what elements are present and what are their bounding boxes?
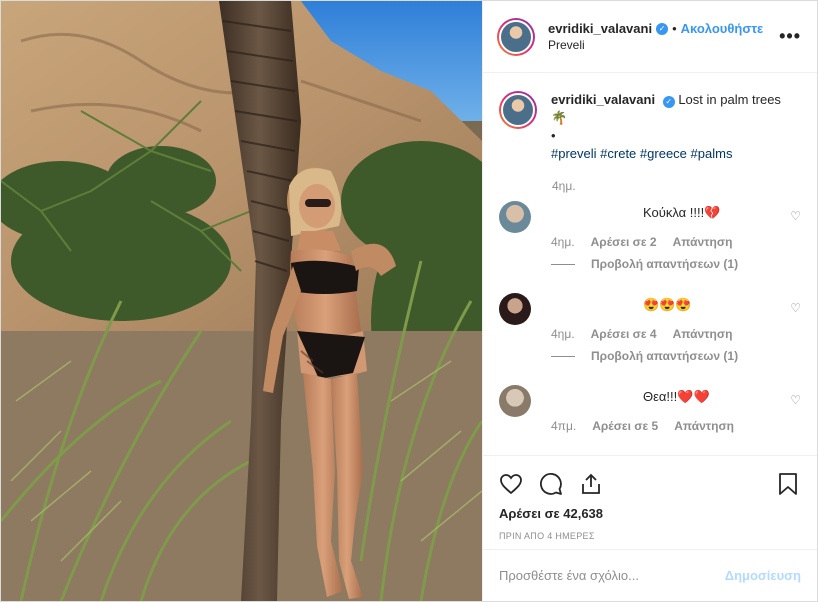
comment-item: 😍😍😍 ♡ 4ημ. Αρέσει σε 4 Απάντηση Προβολή …	[499, 293, 801, 363]
post-header: evridiki_valavani ✓ • Ακολουθήστε Prevel…	[483, 1, 817, 73]
caption-text: Lost in palm trees	[678, 92, 781, 107]
comment-icon[interactable]	[539, 470, 579, 498]
reply-button[interactable]: Απάντηση	[673, 235, 733, 249]
caption-username[interactable]: evridiki_valavani	[551, 92, 655, 107]
separator-dot: •	[672, 21, 677, 36]
post-photo[interactable]	[1, 1, 482, 601]
caption-bullet: •	[551, 128, 556, 143]
avatar[interactable]	[499, 385, 531, 417]
caption: evridiki_valavani ✓ Lost in palm trees 🌴…	[499, 91, 801, 163]
comment-time[interactable]: 4πμ.	[551, 419, 576, 433]
bookmark-icon[interactable]	[777, 470, 801, 498]
follow-button[interactable]: Ακολουθήστε	[681, 21, 764, 36]
reply-button[interactable]: Απάντηση	[674, 419, 734, 433]
comment-likes[interactable]: Αρέσει σε 2	[591, 235, 657, 249]
instagram-post: evridiki_valavani ✓ • Ακολουθήστε Prevel…	[0, 0, 818, 602]
caption-time[interactable]: 4ημ.	[552, 179, 801, 193]
comments-list[interactable]: evridiki_valavani ✓ Lost in palm trees 🌴…	[483, 73, 817, 455]
view-replies-button[interactable]: Προβολή απαντήσεων (1)	[551, 257, 801, 271]
verified-badge-icon: ✓	[662, 96, 675, 108]
avatar[interactable]	[499, 91, 537, 129]
comment-item: Κούκλα !!!!💔 ♡ 4ημ. Αρέσει σε 2 Απάντηση…	[499, 201, 801, 271]
post-side-panel: evridiki_valavani ✓ • Ακολουθήστε Prevel…	[482, 1, 817, 601]
post-photo-image	[1, 1, 482, 601]
heart-icon[interactable]	[499, 470, 539, 498]
add-comment-bar: Δημοσίευση	[483, 549, 817, 601]
avatar[interactable]	[499, 293, 531, 325]
verified-badge-icon: ✓	[656, 22, 669, 35]
comment-text: Κούκλα !!!!💔	[643, 205, 721, 220]
avatar[interactable]	[497, 17, 535, 56]
post-date[interactable]: ΠΡΙΝ ΑΠΟ 4 ΗΜΕΡΕΣ	[499, 531, 801, 541]
comment-input[interactable]	[499, 568, 725, 583]
post-comment-button[interactable]: Δημοσίευση	[725, 568, 801, 583]
heart-icon[interactable]: ♡	[790, 393, 801, 407]
share-icon[interactable]	[579, 470, 619, 498]
comment-time[interactable]: 4ημ.	[551, 327, 575, 341]
avatar[interactable]	[499, 201, 531, 233]
heart-icon[interactable]: ♡	[790, 209, 801, 223]
hashtag-link[interactable]: #palms	[691, 146, 733, 161]
comment-time[interactable]: 4ημ.	[551, 235, 575, 249]
comment-likes[interactable]: Αρέσει σε 5	[592, 419, 658, 433]
more-options-icon[interactable]: •••	[779, 26, 801, 47]
comment-text: Θεα!!!❤️❤️	[643, 389, 710, 404]
comment-text: 😍😍😍	[643, 297, 692, 312]
location-link[interactable]: Preveli	[548, 38, 771, 52]
palm-emoji: 🌴	[551, 110, 568, 125]
likes-count[interactable]: Αρέσει σε 42,638	[499, 506, 801, 521]
view-replies-button[interactable]: Προβολή απαντήσεων (1)	[551, 349, 801, 363]
comment-likes[interactable]: Αρέσει σε 4	[591, 327, 657, 341]
hashtag-link[interactable]: #preveli	[551, 146, 597, 161]
hashtag-link[interactable]: #crete	[600, 146, 636, 161]
heart-icon[interactable]: ♡	[790, 301, 801, 315]
reply-button[interactable]: Απάντηση	[673, 327, 733, 341]
hashtag-link[interactable]: #greece	[640, 146, 687, 161]
username-link[interactable]: evridiki_valavani	[548, 21, 652, 36]
comment-item: Θεα!!!❤️❤️ ♡ 4πμ. Αρέσει σε 5 Απάντηση	[499, 385, 801, 433]
